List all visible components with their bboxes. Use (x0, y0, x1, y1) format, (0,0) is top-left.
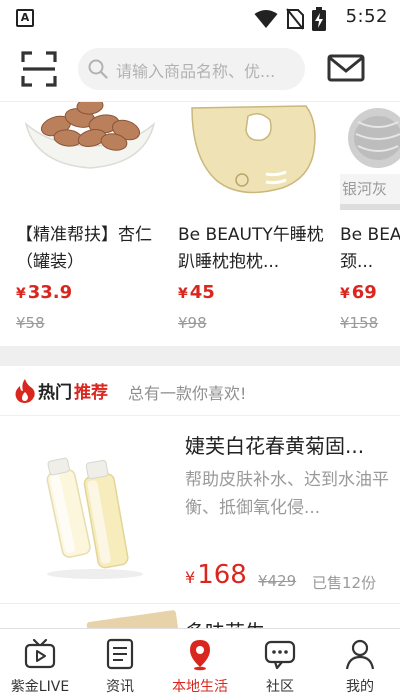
battery-charging-icon (312, 7, 326, 31)
recommended-item-sold-count: 已售12份 (312, 574, 377, 592)
nav-label: 社区 (266, 679, 294, 695)
nav-label: 紫金LIVE (10, 679, 70, 695)
status-icons (254, 7, 326, 31)
search-icon (88, 59, 108, 79)
nav-item-mine[interactable]: 我的 (320, 629, 400, 700)
hot-title: 热门 (38, 383, 72, 403)
mail-icon (327, 54, 365, 82)
recommended-item-title: 婕芙白花春黄菊固... (185, 434, 365, 458)
wifi-icon (254, 10, 278, 28)
nav-label: 我的 (346, 679, 374, 695)
hot-recommend-header: 热门 推荐 总有一款你喜欢! (0, 366, 400, 416)
product-image: 银河灰 (340, 102, 400, 210)
product-card[interactable]: 【精准帮扶】杏仁（罐装） ¥33.9 ¥58 (16, 102, 166, 346)
tv-play-icon (24, 638, 56, 669)
product-original-price: ¥158 (340, 314, 379, 332)
nav-item-news[interactable]: 资讯 (80, 629, 160, 700)
product-variant-label: 银河灰 (342, 180, 388, 198)
recommended-item-title: 多味花生 (185, 616, 265, 628)
recommend-title: 推荐 (74, 383, 108, 403)
product-title: Be BEAUTY午睡枕趴睡枕抱枕... (178, 225, 324, 272)
product-card[interactable]: Be BEAUTY午睡枕趴睡枕抱枕... ¥45 ¥98 (178, 102, 328, 346)
recommended-item-original-price: ¥429 (258, 572, 297, 590)
product-card[interactable]: 银河灰 Be BEAUTY U型护颈... ¥69 ¥158 (340, 102, 400, 346)
recommended-item[interactable]: 多味花生 (0, 604, 400, 628)
product-price: ¥45 (178, 282, 215, 303)
nav-item-community[interactable]: 社区 (240, 629, 320, 700)
hot-subtitle: 总有一款你喜欢! (128, 384, 247, 403)
product-carousel[interactable]: 【精准帮扶】杏仁（罐装） ¥33.9 ¥58 Be BEAUTY午睡枕趴睡枕抱枕… (0, 102, 400, 346)
bottom-navigation: 紫金LIVE 资讯 本地生活 社区 我的 (0, 628, 400, 700)
status-bar: A 5:52 (0, 0, 400, 36)
nav-item-zijin-live[interactable]: 紫金LIVE (0, 629, 80, 700)
nav-item-local-life[interactable]: 本地生活 (160, 629, 240, 700)
product-image (178, 102, 328, 210)
status-time: 5:52 (345, 6, 388, 27)
product-price: ¥69 (340, 282, 377, 303)
flame-icon (15, 379, 35, 403)
search-input[interactable]: 请输入商品名称、优... (78, 48, 305, 90)
recommended-item-price: ¥168 (185, 560, 247, 590)
product-original-price: ¥58 (16, 314, 45, 332)
section-divider (0, 346, 400, 366)
message-button[interactable] (326, 52, 366, 84)
product-title: 【精准帮扶】杏仁（罐装） (16, 225, 152, 272)
news-list-icon (106, 638, 134, 670)
nav-label: 本地生活 (172, 679, 228, 695)
chat-bubble-icon (264, 640, 296, 670)
nav-label: 资讯 (106, 679, 134, 695)
product-price: ¥33.9 (16, 282, 73, 303)
location-pin-icon (190, 640, 210, 671)
search-placeholder: 请输入商品名称、优... (116, 62, 276, 81)
scan-icon (21, 51, 57, 87)
product-image (16, 102, 166, 210)
app-notification-icon: A (16, 9, 34, 27)
recommended-item[interactable]: 婕芙白花春黄菊固... 帮助皮肤补水、达到水油平衡、抵御氧化侵... ¥168 … (0, 416, 400, 604)
scan-button[interactable] (20, 50, 58, 88)
product-title: Be BEAUTY U型护颈... (340, 225, 400, 272)
no-sim-icon (286, 8, 304, 30)
user-icon (345, 639, 375, 670)
recommended-item-image (20, 434, 170, 584)
recommended-item-image (86, 609, 180, 628)
product-original-price: ¥98 (178, 314, 207, 332)
recommended-item-description: 帮助皮肤补水、达到水油平衡、抵御氧化侵... (185, 470, 389, 518)
top-header: 请输入商品名称、优... (0, 36, 400, 102)
